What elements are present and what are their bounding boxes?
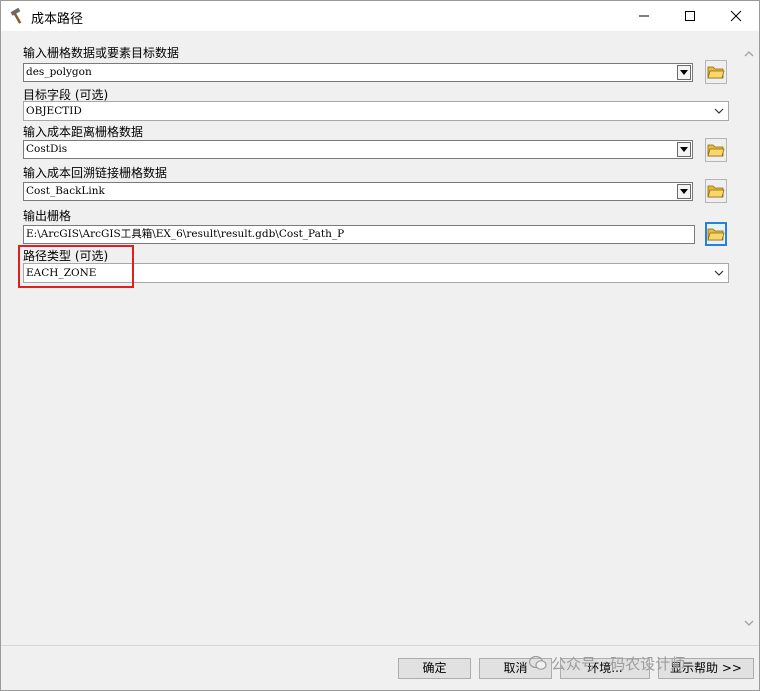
scroll-down-button[interactable] bbox=[739, 615, 758, 632]
target-field-select[interactable]: OBJECTID bbox=[23, 101, 729, 121]
wechat-icon bbox=[529, 655, 547, 670]
output-raster-input[interactable]: E:\ArcGIS\ArcGIS工具箱\EX_6\result\result.g… bbox=[23, 225, 695, 244]
triangle-down-icon bbox=[680, 70, 688, 75]
ok-button[interactable]: 确定 bbox=[398, 658, 471, 679]
cost-distance-combo[interactable]: CostDis bbox=[23, 140, 693, 159]
title-bar: 成本路径 bbox=[1, 1, 759, 31]
dialog-window: 成本路径 输入栅格数据或要素目标数据 des_polygon 目标字段 (可选)… bbox=[0, 0, 760, 691]
close-icon bbox=[730, 10, 742, 22]
chevron-up-icon bbox=[744, 51, 753, 57]
cost-distance-value: CostDis bbox=[26, 143, 68, 155]
close-button[interactable] bbox=[713, 1, 759, 31]
footer-divider bbox=[1, 645, 759, 646]
hammer-icon bbox=[10, 7, 22, 24]
backlink-dropdown-button[interactable] bbox=[677, 184, 691, 199]
folder-open-icon bbox=[707, 144, 725, 157]
minimize-button[interactable] bbox=[621, 1, 667, 31]
target-field-value: OBJECTID bbox=[26, 105, 82, 117]
maximize-icon bbox=[685, 11, 695, 21]
input-raster-label: 输入栅格数据或要素目标数据 bbox=[23, 46, 180, 60]
cost-distance-label: 输入成本距离栅格数据 bbox=[23, 125, 144, 139]
maximize-button[interactable] bbox=[667, 1, 713, 31]
minimize-icon bbox=[639, 15, 649, 17]
backlink-browse-button[interactable] bbox=[705, 179, 727, 203]
chevron-down-icon bbox=[714, 270, 724, 276]
input-raster-dropdown-button[interactable] bbox=[677, 65, 691, 80]
path-type-highlight-box bbox=[18, 245, 134, 288]
cost-distance-browse-button[interactable] bbox=[705, 138, 727, 162]
folder-open-icon bbox=[707, 66, 725, 79]
vertical-scrollbar[interactable] bbox=[739, 31, 758, 645]
chevron-down-icon bbox=[744, 620, 753, 626]
window-title: 成本路径 bbox=[31, 12, 84, 27]
watermark: 公众号 · 码农设计师 bbox=[529, 651, 685, 675]
folder-open-icon bbox=[707, 185, 725, 198]
output-raster-value: E:\ArcGIS\ArcGIS工具箱\EX_6\result\result.g… bbox=[26, 228, 345, 240]
output-raster-label: 输出栅格 bbox=[23, 209, 72, 223]
backlink-label: 输入成本回溯链接栅格数据 bbox=[23, 166, 168, 180]
chevron-down-icon bbox=[714, 108, 724, 114]
backlink-combo[interactable]: Cost_BackLink bbox=[23, 182, 693, 201]
input-raster-value: des_polygon bbox=[26, 66, 92, 78]
triangle-down-icon bbox=[680, 189, 688, 194]
input-raster-combo[interactable]: des_polygon bbox=[23, 63, 693, 82]
input-raster-browse-button[interactable] bbox=[705, 60, 727, 84]
folder-open-icon bbox=[707, 228, 725, 241]
backlink-value: Cost_BackLink bbox=[26, 185, 105, 197]
cost-distance-dropdown-button[interactable] bbox=[677, 142, 691, 157]
triangle-down-icon bbox=[680, 147, 688, 152]
output-raster-browse-button[interactable] bbox=[705, 222, 727, 246]
watermark-text: 公众号 · 码农设计师 bbox=[551, 654, 686, 673]
parameters-panel: 输入栅格数据或要素目标数据 des_polygon 目标字段 (可选) OBJE… bbox=[5, 31, 739, 645]
scroll-up-button[interactable] bbox=[739, 45, 758, 62]
